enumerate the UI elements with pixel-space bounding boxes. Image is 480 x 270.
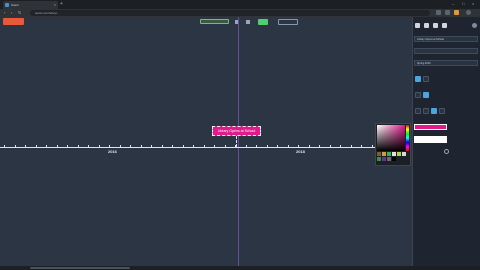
timeline-tick [109,145,110,148]
timeline-tick [298,145,299,148]
event-description-field[interactable] [414,48,478,54]
timeline-tick [256,145,257,148]
timeline-tick [246,145,247,148]
align-option-2[interactable] [423,108,429,114]
timeline-tick [172,145,173,148]
close-panel-icon[interactable] [472,23,477,28]
timeline-event-card[interactable]: Library Opens at School [212,126,261,136]
favicon-icon [5,3,9,7]
share-button[interactable] [278,19,298,25]
timeline-tick [277,145,278,148]
timeline-tick [204,145,205,148]
scrollbar-thumb[interactable] [30,267,130,269]
timeline-tick [267,145,268,148]
timeline-tick [36,145,37,148]
browser-tabbar [0,0,480,9]
color-swatch[interactable] [392,157,396,161]
timeline-tick [309,145,310,148]
event-color-swatch[interactable] [414,124,447,130]
timeline-tick [225,145,226,148]
bookmark-icon[interactable] [445,10,450,15]
event-title-field[interactable]: Library Opens at School [414,36,478,42]
saved-status-badge [200,19,229,24]
timeline-tick [67,145,68,148]
color-swatch[interactable] [377,157,381,161]
align-option-3[interactable] [431,108,437,114]
timeline-tick [46,145,47,148]
color-swatch[interactable] [397,152,401,156]
image-icon[interactable] [424,23,429,28]
tab-title: Sutori [11,3,19,7]
year-label: 2018 [296,149,305,154]
color-saturation-area[interactable] [377,125,405,151]
event-date-field[interactable]: Spring 2016 [414,60,478,66]
playhead-line[interactable] [238,17,239,267]
color-swatch[interactable] [402,152,406,156]
tab-close-icon[interactable]: × [54,2,56,7]
align-option-4[interactable] [439,108,445,114]
color-swatch[interactable] [377,152,381,156]
add-button[interactable] [258,19,268,25]
color-swatch[interactable] [387,157,391,161]
size-option-1[interactable] [415,92,421,98]
view-icon[interactable] [246,20,250,24]
align-option-1[interactable] [415,108,421,114]
maximize-button[interactable]: □ [462,1,464,6]
secondary-color-field[interactable] [414,136,447,143]
color-swatch[interactable] [392,152,396,156]
color-swatch[interactable] [387,152,391,156]
timeline-tick [151,145,152,148]
timeline-tick [88,145,89,148]
delete-icon[interactable] [442,23,447,28]
extension-icon[interactable] [436,10,441,15]
hue-slider[interactable] [406,125,409,151]
timeline-tick [351,145,352,148]
timeline-tick [4,145,5,148]
timeline-tick [130,145,131,148]
browser-tab[interactable]: Sutori × [3,1,58,9]
close-window-button[interactable]: × [472,1,474,6]
minimize-button[interactable]: – [452,1,454,6]
copy-icon[interactable] [433,23,438,28]
style-option-2[interactable] [423,76,429,82]
timeline-tick [141,145,142,148]
style-option-1[interactable] [415,76,421,82]
forward-button[interactable]: › [11,9,12,17]
timeline-tick [57,145,58,148]
url-text: sutori.com/story/... [35,11,60,15]
timeline-tick [372,145,373,148]
timeline-tick [162,145,163,148]
new-tab-button[interactable]: + [60,2,63,7]
menu-icon[interactable] [466,10,471,15]
timeline-tick [78,145,79,148]
color-swatch[interactable] [382,157,386,161]
back-button[interactable]: ‹ [4,9,5,17]
timeline-tick [330,145,331,148]
event-connector [236,136,238,147]
profile-icon[interactable] [454,10,459,15]
timeline-tick [183,145,184,148]
timeline-tick [25,145,26,148]
timeline-tick [120,145,121,148]
timeline-tick [361,145,362,148]
color-swatch[interactable] [382,152,386,156]
timeline-tick [340,145,341,148]
url-field[interactable]: sutori.com/story/... [30,10,430,16]
timeline-tick [15,145,16,148]
reload-button[interactable]: ↻ [18,9,21,17]
size-option-2[interactable] [423,92,429,98]
timeline-tick [319,145,320,148]
timeline-tick [214,145,215,148]
timeline-tick [99,145,100,148]
reset-color-icon[interactable] [444,149,449,154]
timeline-tick [193,145,194,148]
timeline-tick [288,145,289,148]
text-icon[interactable] [415,23,420,28]
year-label: 2016 [108,149,117,154]
back-to-story-button[interactable] [3,18,24,25]
